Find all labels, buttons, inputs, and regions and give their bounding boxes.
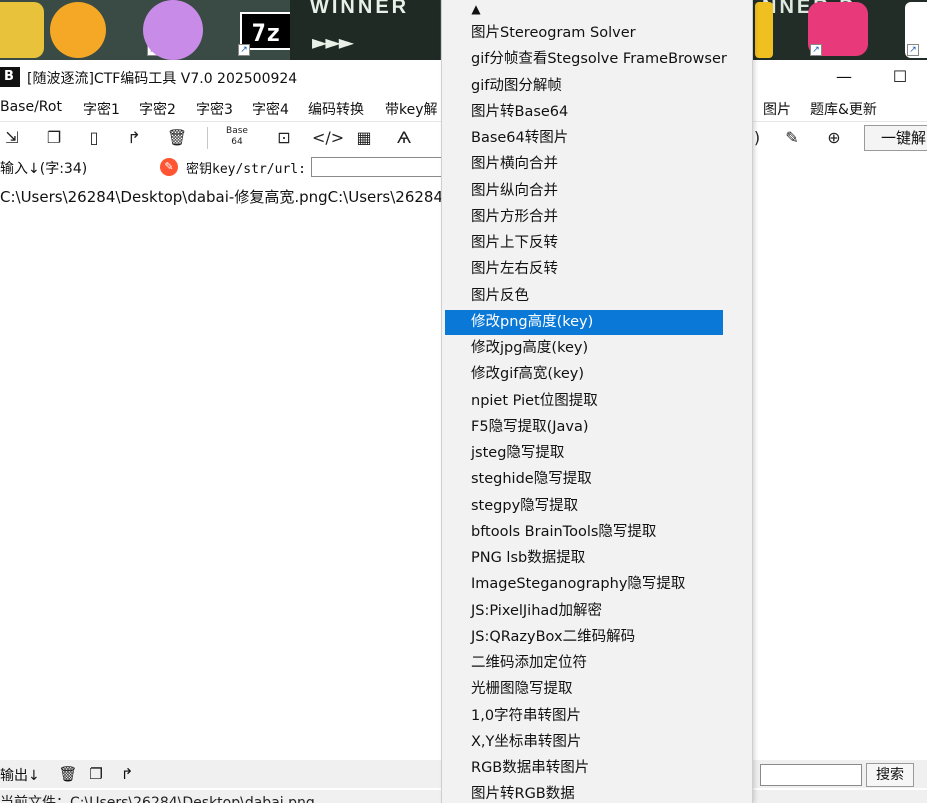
menu-item[interactable]: 图片转Base64: [445, 100, 723, 125]
output-copy-icon[interactable]: ❐: [86, 764, 106, 784]
desktop-app-icon[interactable]: [0, 2, 44, 58]
search-button[interactable]: 搜索: [866, 763, 914, 787]
menu-item[interactable]: 图片上下反转: [445, 231, 723, 256]
menu-key-decode[interactable]: 带key解: [385, 99, 438, 119]
menu-item[interactable]: JS:PixelJihad加解密: [445, 599, 723, 624]
shortcut-arrow-icon: ↗: [238, 44, 250, 56]
screen: ↗ 7z ↗ WINNER ►►► NNER D ↗ ↗ B [随波逐流]CTF…: [0, 0, 927, 803]
menu-item[interactable]: stegpy隐写提取: [445, 494, 723, 519]
banner-arrows-icon: ►►►: [312, 30, 354, 54]
menu-item[interactable]: 图片反色: [445, 284, 723, 309]
font-icon[interactable]: Ѧ: [392, 126, 416, 150]
image-menu-dropdown: ▲ 图片Stereogram Solver gif分帧查看Stegsolve Fr…: [441, 0, 753, 803]
oneclick-decode-button[interactable]: 一键解: [864, 125, 927, 151]
input-text-content: C:\Users\26284\Desktop\dabai-修复高宽.pngC:\…: [0, 188, 449, 206]
edit-icon[interactable]: ✎: [780, 126, 804, 150]
menu-item[interactable]: RGB数据串转图片: [445, 756, 723, 781]
share-icon[interactable]: ↱: [122, 126, 146, 150]
menu-item[interactable]: Base64转图片: [445, 126, 723, 151]
menu-zimi2[interactable]: 字密2: [139, 99, 176, 119]
menu-item[interactable]: X,Y坐标串转图片: [445, 730, 723, 755]
menu-item[interactable]: gif分帧查看Stegsolve FrameBrowser: [445, 47, 727, 72]
output-trash-icon[interactable]: 🗑: [58, 764, 78, 784]
window-title: [随波逐流]CTF编码工具 V7.0 202500924: [27, 71, 298, 87]
import-icon[interactable]: ⇲: [0, 126, 24, 150]
menu-zimi4[interactable]: 字密4: [252, 99, 289, 119]
banner-text: WINNER: [310, 0, 410, 18]
base64-icon[interactable]: Base 64: [225, 126, 249, 150]
menu-item[interactable]: F5隐写提取(Java): [445, 415, 723, 440]
toolbar-separator: [207, 127, 208, 149]
scroll-up-arrow-icon[interactable]: ▲: [468, 2, 484, 16]
calculator-icon[interactable]: ▦: [352, 126, 376, 150]
current-file-status: 当前文件：C:\Users\26284\Desktop\dabai.png: [0, 795, 315, 803]
desktop-cat-app-icon[interactable]: [143, 0, 203, 60]
key-label: 密钥key/str/url:: [186, 162, 306, 177]
menu-item[interactable]: 修改gif高宽(key): [445, 362, 723, 387]
shortcut-arrow-icon: ↗: [810, 44, 822, 56]
search-input[interactable]: [760, 764, 862, 786]
menu-item[interactable]: 修改jpg高度(key): [445, 336, 723, 361]
menu-image[interactable]: 图片: [763, 99, 791, 119]
menu-encoding-convert[interactable]: 编码转换: [308, 99, 364, 119]
menu-item[interactable]: 二维码添加定位符: [445, 651, 723, 676]
menu-item[interactable]: jsteg隐写提取: [445, 441, 723, 466]
menu-item[interactable]: PNG lsb数据提取: [445, 546, 723, 571]
minimize-button[interactable]: —: [821, 64, 867, 90]
menu-item[interactable]: JS:QRazyBox二维码解码: [445, 625, 723, 650]
desktop-pen-app-icon[interactable]: [50, 2, 106, 58]
menu-item[interactable]: 光栅图隐写提取: [445, 677, 723, 702]
paste-icon[interactable]: ▯: [82, 126, 106, 150]
menu-item[interactable]: 图片横向合并: [445, 152, 723, 177]
output-label: 输出↓: [0, 768, 40, 784]
menu-zimi1[interactable]: 字密1: [83, 99, 120, 119]
seven-zip-label: 7z: [251, 19, 281, 47]
upload-icon[interactable]: ⊕: [822, 126, 846, 150]
menu-item[interactable]: ImageSteganography隐写提取: [445, 572, 723, 597]
menu-item[interactable]: 1,0字符串转图片: [445, 704, 723, 729]
shortcut-arrow-icon: ↗: [907, 44, 919, 56]
copy-icon[interactable]: ❐: [42, 126, 66, 150]
menu-item[interactable]: npiet Piet位图提取: [445, 389, 723, 414]
key-input[interactable]: [311, 157, 451, 177]
menu-item[interactable]: 图片转RGB数据: [445, 782, 723, 803]
input-label: 输入↓(字:34): [0, 161, 88, 177]
menu-item[interactable]: 图片方形合并: [445, 205, 723, 230]
maximize-button[interactable]: ☐: [877, 64, 923, 90]
menu-base-rot[interactable]: Base/Rot: [0, 99, 62, 115]
code-icon[interactable]: </>: [312, 126, 344, 150]
menu-item[interactable]: 图片纵向合并: [445, 179, 723, 204]
menu-item[interactable]: gif动图分解帧: [445, 74, 723, 99]
menu-item[interactable]: steghide隐写提取: [445, 467, 723, 492]
menu-item[interactable]: 图片Stereogram Solver: [445, 21, 723, 46]
terminal-icon[interactable]: ⊡: [272, 126, 296, 150]
key-icon: ✎: [160, 158, 178, 176]
menu-zimi3[interactable]: 字密3: [196, 99, 233, 119]
output-share-icon[interactable]: ↱: [117, 764, 137, 784]
app-logo-icon: B: [0, 67, 20, 87]
desktop-banner-image: WINNER ►►►: [290, 0, 440, 60]
menu-library-update[interactable]: 题库&更新: [810, 99, 877, 119]
trash-icon[interactable]: 🗑: [165, 126, 189, 150]
menu-item[interactable]: 修改png高度(key): [445, 310, 723, 335]
desktop-gold-app-icon[interactable]: [755, 2, 773, 58]
menu-item[interactable]: bftools BrainTools隐写提取: [445, 520, 723, 545]
menu-item[interactable]: 图片左右反转: [445, 257, 723, 282]
